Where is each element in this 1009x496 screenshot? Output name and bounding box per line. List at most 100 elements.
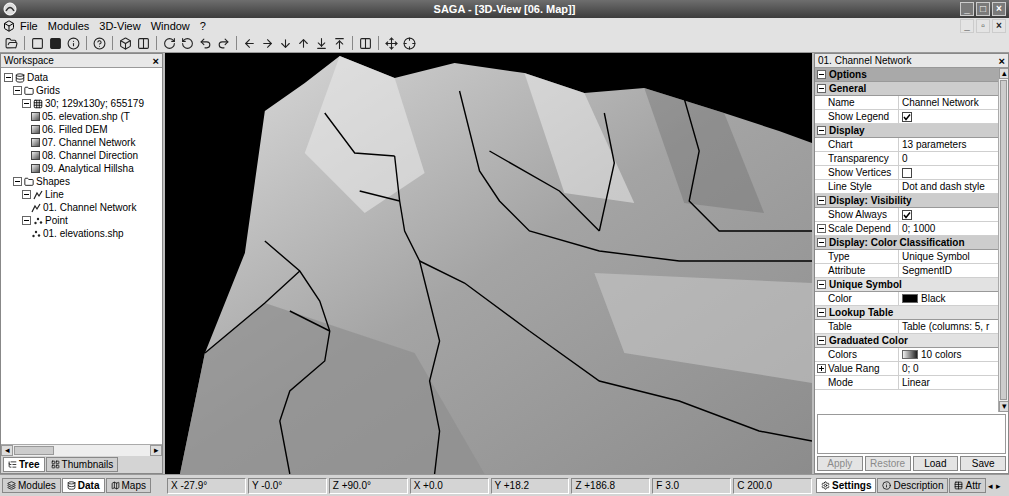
property-value[interactable]: 0; 0 [899, 362, 998, 375]
property-row[interactable]: Scale Depend0; 1000 [815, 222, 998, 236]
window-button[interactable]: × [992, 2, 1006, 16]
collapse-icon[interactable] [817, 70, 826, 79]
checkbox[interactable] [902, 168, 912, 178]
property-row[interactable]: AttributeSegmentID [815, 264, 998, 278]
scroll-up-button[interactable]: ▴ [999, 68, 1008, 79]
vertical-scrollbar[interactable]: ▴▾ [998, 68, 1008, 412]
property-row[interactable]: Show Always [815, 208, 998, 222]
tree-item[interactable]: Data [2, 71, 161, 84]
tree-item[interactable]: 30; 129x130y; 655179 [2, 97, 161, 110]
tree-item[interactable]: 01. Channel Network [2, 201, 161, 214]
properties-tab[interactable]: Settings [816, 478, 876, 493]
menu-item[interactable]: File [15, 20, 43, 32]
collapse-icon[interactable] [817, 336, 826, 345]
property-value[interactable] [899, 166, 998, 179]
toolbar-button[interactable] [161, 35, 178, 52]
workspace-tab[interactable]: Tree [3, 457, 45, 472]
property-value[interactable] [899, 208, 998, 221]
property-row[interactable]: TableTable (columns: 5, r [815, 320, 998, 334]
property-value[interactable]: Dot and dash style [899, 180, 998, 193]
property-value[interactable] [899, 110, 998, 123]
property-row[interactable]: Value Rang0; 0 [815, 362, 998, 376]
tree-item[interactable]: 05. elevation.shp (T [2, 110, 161, 123]
collapse-icon[interactable] [4, 73, 13, 82]
collapse-icon[interactable] [817, 126, 826, 135]
property-row[interactable]: Chart13 parameters [815, 138, 998, 152]
tab-scroll-button[interactable]: ◂ [987, 481, 994, 491]
toolbar-button[interactable] [117, 35, 134, 52]
toolbar-button[interactable] [215, 35, 232, 52]
property-subgroup[interactable]: Unique Symbol [815, 278, 998, 292]
property-row[interactable]: Show Legend [815, 110, 998, 124]
toolbar-button[interactable] [295, 35, 312, 52]
workspace-tab[interactable]: Modules [2, 478, 61, 493]
property-value[interactable]: Linear [899, 376, 998, 389]
property-group[interactable]: General [815, 82, 998, 96]
toolbar-button[interactable] [383, 35, 400, 52]
collapse-icon[interactable] [13, 86, 22, 95]
menu-item[interactable]: Window [146, 20, 195, 32]
tree-item[interactable]: Grids [2, 84, 161, 97]
property-value[interactable]: Channel Network [899, 96, 998, 109]
toolbar-button[interactable] [313, 35, 330, 52]
checkbox[interactable] [902, 210, 912, 220]
collapse-icon[interactable] [817, 84, 826, 93]
close-button[interactable]: × [999, 55, 1005, 67]
tree-item[interactable]: 08. Channel Direction [2, 149, 161, 162]
tree-item[interactable]: 09. Analytical Hillsha [2, 162, 161, 175]
collapse-icon[interactable] [817, 196, 826, 205]
property-group[interactable]: Display: Color Classification [815, 236, 998, 250]
toolbar-button[interactable] [277, 35, 294, 52]
panel-button[interactable]: Load [913, 456, 959, 471]
child-window-button[interactable]: ▫ [976, 19, 990, 33]
collapse-icon[interactable] [22, 190, 31, 199]
toolbar-button[interactable] [241, 35, 258, 52]
collapse-icon[interactable] [13, 177, 22, 186]
property-value[interactable]: Unique Symbol [899, 250, 998, 263]
scroll-down-button[interactable]: ▾ [999, 401, 1008, 412]
collapse-icon[interactable] [22, 99, 31, 108]
property-row[interactable]: Show Vertices [815, 166, 998, 180]
property-value[interactable]: 0 [899, 152, 998, 165]
toolbar-button[interactable] [3, 35, 20, 52]
property-section[interactable]: Options [815, 68, 998, 82]
scroll-thumb[interactable] [1000, 80, 1007, 400]
toolbar-button[interactable] [47, 35, 64, 52]
property-group[interactable]: Display [815, 124, 998, 138]
toolbar-button[interactable] [65, 35, 82, 52]
property-value[interactable]: Black [899, 292, 998, 305]
tree-item[interactable]: 01. elevations.shp [2, 227, 161, 240]
toolbar-button[interactable] [401, 35, 418, 52]
property-value[interactable]: 13 parameters [899, 138, 998, 151]
property-row[interactable]: Line StyleDot and dash style [815, 180, 998, 194]
expand-icon[interactable] [817, 364, 826, 373]
collapse-icon[interactable] [817, 280, 826, 289]
properties-tab[interactable]: Description [877, 478, 948, 493]
collapse-icon[interactable] [817, 224, 826, 233]
property-row[interactable]: ModeLinear [815, 376, 998, 390]
window-button[interactable]: _ [960, 2, 974, 16]
close-button[interactable]: × [153, 55, 159, 67]
menu-item[interactable]: ? [195, 20, 211, 32]
menu-item[interactable]: 3D-View [94, 20, 145, 32]
workspace-tab[interactable]: Thumbnails [46, 457, 119, 472]
property-value[interactable]: Table (columns: 5, r [899, 320, 998, 333]
toolbar-button[interactable] [91, 35, 108, 52]
scroll-thumb[interactable] [14, 446, 54, 455]
toolbar-button[interactable] [259, 35, 276, 52]
menu-item[interactable]: Modules [43, 20, 95, 32]
toolbar-button[interactable] [197, 35, 214, 52]
property-subgroup[interactable]: Graduated Color [815, 334, 998, 348]
toolbar-button[interactable] [29, 35, 46, 52]
property-value[interactable]: 10 colors [899, 348, 998, 361]
tab-scroll-button[interactable]: ▸ [995, 481, 1002, 491]
horizontal-scrollbar[interactable]: ◂▸ [1, 444, 162, 456]
toolbar-button[interactable] [179, 35, 196, 52]
toolbar-button[interactable] [331, 35, 348, 52]
window-button[interactable]: □ [976, 2, 990, 16]
panel-button[interactable]: Save [960, 456, 1006, 471]
property-row[interactable]: NameChannel Network [815, 96, 998, 110]
property-subgroup[interactable]: Lookup Table [815, 306, 998, 320]
workspace-tab[interactable]: Data [62, 478, 105, 493]
tree-item[interactable]: Line [2, 188, 161, 201]
